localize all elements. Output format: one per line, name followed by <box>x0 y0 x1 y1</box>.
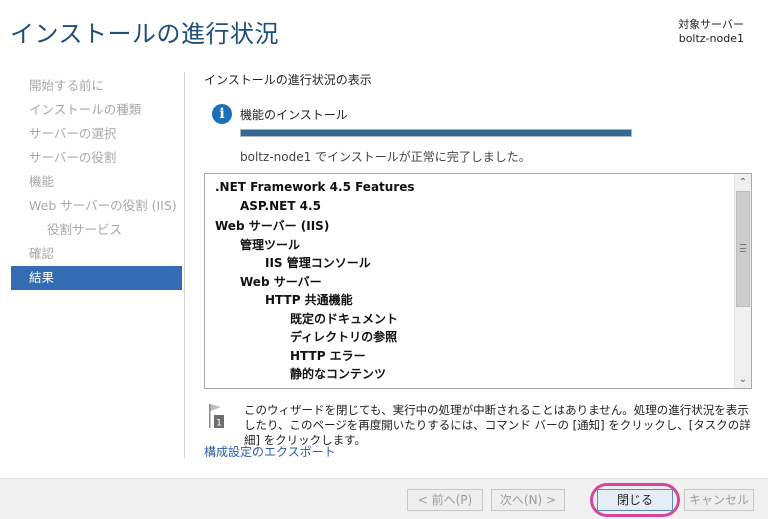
result-item: IIS 管理コンソール <box>265 256 371 270</box>
sidebar-item-before-you-begin: 開始する前に <box>29 78 105 93</box>
sidebar-item-server-selection: サーバーの選択 <box>29 126 117 141</box>
sidebar-item-web-server-role: Web サーバーの役割 (IIS) <box>29 198 177 213</box>
result-item: HTTP 共通機能 <box>265 293 353 307</box>
progress-fill <box>241 130 631 136</box>
status-message: boltz-node1 でインストールが正常に完了しました。 <box>240 150 531 164</box>
results-scrollbar[interactable]: ⌃ ⌄ <box>734 174 751 388</box>
close-button[interactable]: 閉じる <box>597 489 673 511</box>
result-item: 既定のドキュメント <box>290 311 399 326</box>
result-item: HTTP エラー <box>290 348 366 363</box>
result-item: 静的なコンテンツ <box>290 367 387 381</box>
result-item: 管理ツール <box>240 237 301 252</box>
result-item: .NET Framework 4.5 Features <box>215 180 415 194</box>
sidebar-item-results[interactable]: 結果 <box>11 266 182 290</box>
target-server-label: 対象サーバー <box>678 18 744 31</box>
scroll-thumb[interactable] <box>736 191 750 307</box>
note-text: このウィザードを閉じても、実行中の処理が中断されることはありません。処理の進行状… <box>244 403 751 447</box>
wizard-sidebar: 開始する前に インストールの種類 サーバーの選択 サーバーの役割 機能 Web … <box>11 74 182 290</box>
scroll-grip-icon <box>740 244 746 252</box>
notification-badge-count: 1 <box>216 419 222 429</box>
next-button[interactable]: 次へ(N) > <box>491 489 565 511</box>
target-server-info: 対象サーバー boltz-node1 <box>678 18 744 46</box>
scroll-down-button[interactable]: ⌄ <box>735 371 751 388</box>
sidebar-item-server-roles: サーバーの役割 <box>29 150 117 165</box>
result-item: Web サーバー <box>240 274 322 289</box>
sidebar-divider <box>184 72 185 458</box>
results-list-inner: .NET Framework 4.5 Features ASP.NET 4.5 We… <box>205 174 751 384</box>
page-title: インストールの進行状況 <box>10 20 280 48</box>
progress-bar <box>240 129 632 137</box>
result-item: Web サーバー (IIS) <box>215 219 330 233</box>
info-icon: i <box>212 104 232 124</box>
result-item: ASP.NET 4.5 <box>240 198 321 213</box>
previous-button[interactable]: < 前へ(P) <box>407 489 483 511</box>
sidebar-item-features: 機能 <box>29 174 55 189</box>
target-server-name: boltz-node1 <box>678 32 744 45</box>
result-item: ディレクトリの参照 <box>290 330 398 344</box>
wizard-footer: < 前へ(P) 次へ(N) > 閉じる キャンセル <box>0 478 768 519</box>
sidebar-item-role-services: 役割サービス <box>47 222 123 237</box>
main-content: インストールの進行状況の表示 i 機能のインストール boltz-node1 で… <box>204 72 752 459</box>
status-title: 機能のインストール <box>240 108 348 122</box>
export-settings-link[interactable]: 構成設定のエクスポート <box>204 443 336 460</box>
section-header: インストールの進行状況の表示 <box>204 73 372 87</box>
scroll-up-button[interactable]: ⌃ <box>735 174 751 191</box>
cancel-button[interactable]: キャンセル <box>684 489 754 511</box>
results-list[interactable]: .NET Framework 4.5 Features ASP.NET 4.5 We… <box>204 173 752 389</box>
flag-icon: 1 <box>209 404 224 429</box>
sidebar-item-confirmation: 確認 <box>29 246 55 261</box>
sidebar-item-installation-type: インストールの種類 <box>29 102 142 117</box>
